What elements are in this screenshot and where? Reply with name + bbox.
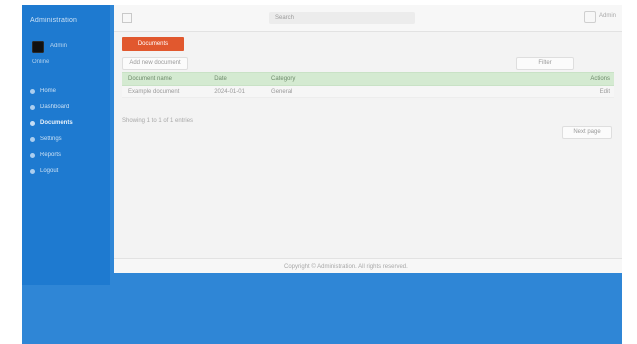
table-row[interactable]: Example document 2024-01-01 General Edit (122, 86, 614, 98)
logout-icon (30, 168, 35, 174)
sidebar-nav: Home Dashboard Documents Settings Report… (30, 83, 106, 179)
pager-button[interactable]: Next page (562, 126, 612, 139)
sidebar-item-logout[interactable]: Logout (30, 163, 106, 179)
filter-button[interactable]: Filter (516, 57, 574, 70)
sidebar-item-settings[interactable]: Settings (30, 131, 106, 147)
sidebar-item-label: Dashboard (40, 104, 70, 110)
reports-icon (30, 152, 35, 158)
sidebar-item-reports[interactable]: Reports (30, 147, 106, 163)
table-cell: Example document (128, 88, 180, 95)
sidebar-item-documents[interactable]: Documents (30, 115, 106, 131)
sidebar-item-home[interactable]: Home (30, 83, 106, 99)
main-content: Search Admin Documents Add new document … (114, 5, 622, 270)
documents-table: Document name Date Category Actions Exam… (122, 72, 614, 98)
search-input[interactable]: Search (269, 12, 415, 24)
user-name: Admin (50, 43, 68, 49)
brand-title: Administration (30, 17, 78, 24)
page-footer: Copyright © Administration. All rights r… (114, 258, 622, 273)
table-header-cell: Date (214, 76, 227, 82)
sidebar: Administration Admin Online Home Dashboa… (22, 5, 110, 285)
table-header-cell: Category (271, 76, 296, 82)
dashboard-icon (30, 104, 35, 110)
table-header-cell: Document name (128, 76, 173, 82)
table-header: Document name Date Category Actions (122, 72, 614, 86)
add-document-button[interactable]: Add new document (122, 57, 188, 70)
sidebar-item-label: Home (40, 88, 57, 94)
home-icon (30, 88, 35, 94)
top-right-label[interactable]: Admin (599, 13, 616, 19)
page-title: Documents (122, 37, 184, 51)
sidebar-item-label: Logout (40, 168, 59, 174)
gear-icon (30, 136, 35, 142)
documents-icon (30, 120, 35, 126)
menu-icon[interactable] (122, 13, 132, 23)
sidebar-item-label: Settings (40, 136, 62, 142)
topbar: Search Admin (114, 5, 622, 32)
row-action-link[interactable]: Edit (575, 89, 614, 95)
sidebar-item-dashboard[interactable]: Dashboard (30, 99, 106, 115)
copyright-text: Copyright © Administration. All rights r… (284, 264, 408, 270)
table-header-cell: Actions (590, 76, 611, 82)
table-cell: General (271, 88, 293, 95)
sidebar-item-label: Documents (40, 120, 73, 126)
table-cell: 2024-01-01 (214, 88, 245, 95)
close-icon[interactable] (584, 11, 596, 23)
avatar (32, 41, 44, 53)
sidebar-item-label: Reports (40, 152, 62, 158)
user-status: Online (32, 59, 50, 65)
table-footer-text: Showing 1 to 1 of 1 entries (122, 118, 194, 124)
